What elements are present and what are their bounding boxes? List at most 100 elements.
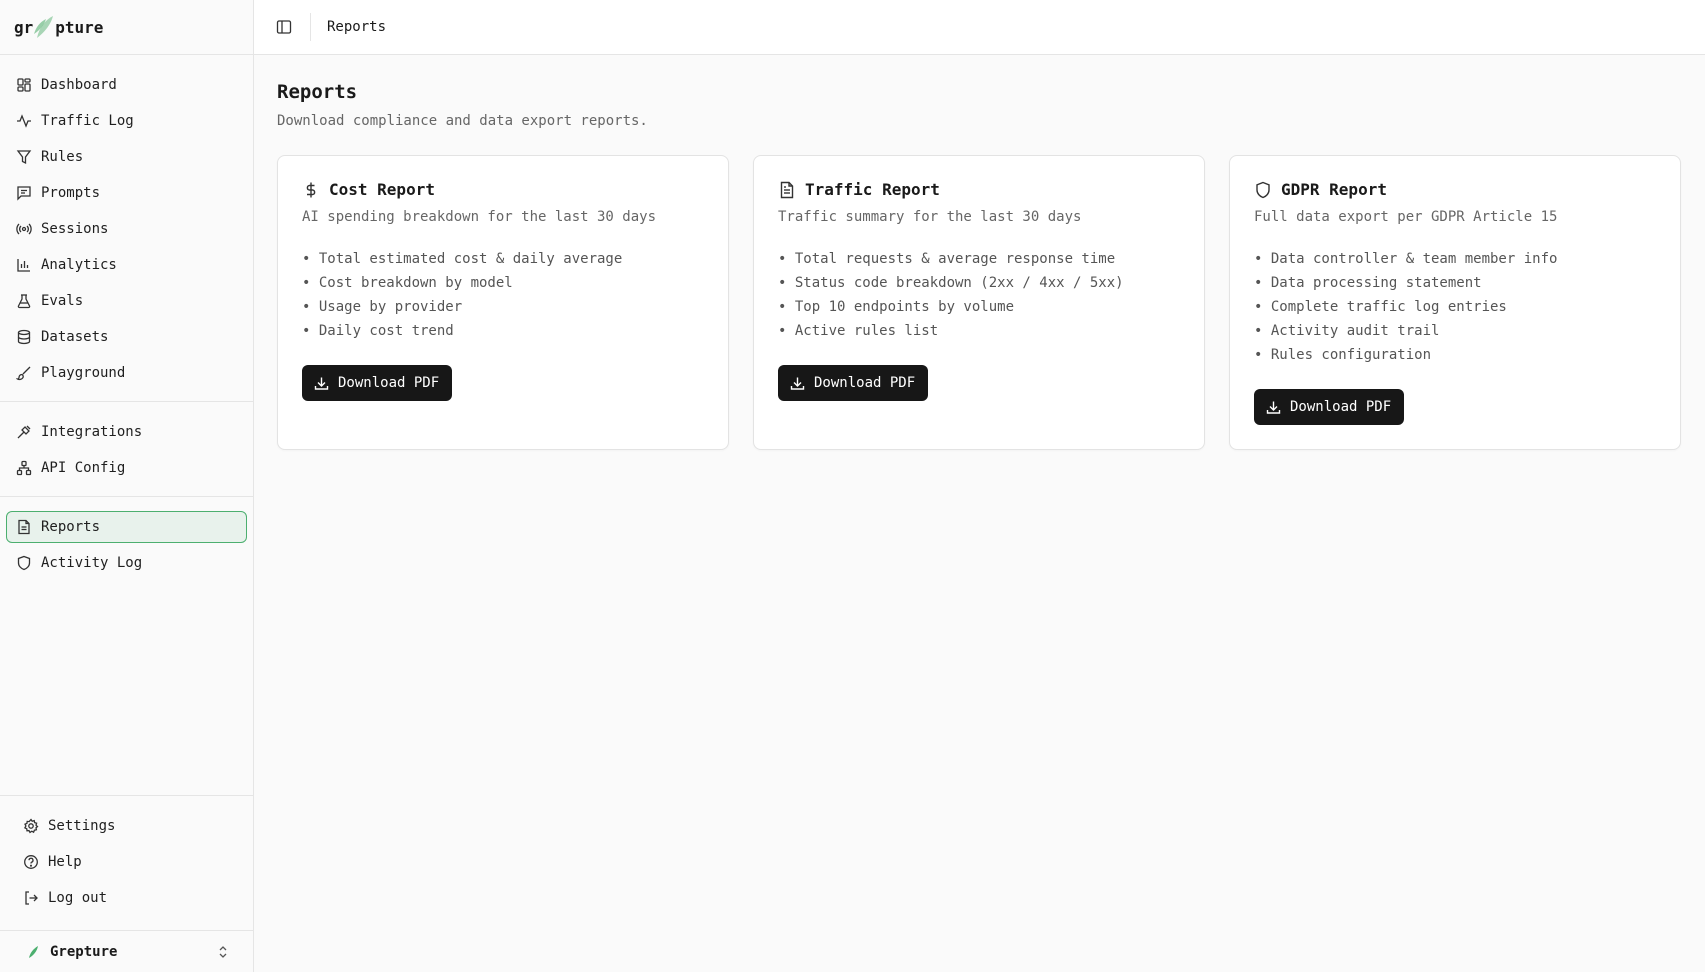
sidebar-item-datasets[interactable]: Datasets [6,321,247,353]
nav-group-bottom: Settings Help Log out [0,795,253,930]
sidebar-item-label: Evals [41,293,84,309]
card-header: GDPR Report [1254,180,1656,199]
sidebar-item-help[interactable]: Help [14,846,239,878]
sidebar-item-label: Settings [48,818,116,834]
card-gdpr-report: GDPR Report Full data export per GDPR Ar… [1229,155,1681,450]
nav-group-tertiary: Reports Activity Log [0,497,253,591]
card-description: Full data export per GDPR Article 15 [1254,209,1558,225]
bar-chart-icon [17,259,30,272]
card-header: Cost Report [302,180,704,199]
list-item: Active rules list [778,319,1180,343]
radio-icon [16,223,32,235]
org-name: Grepture [50,943,118,960]
card-title: Traffic Report [805,180,940,199]
card-title: GDPR Report [1281,180,1387,199]
sidebar-item-traffic-log[interactable]: Traffic Log [6,105,247,137]
nav-group-primary: Dashboard Traffic Log Rules Prompts Sess… [0,55,253,402]
list-item: Cost breakdown by model [302,271,704,295]
list-item: Activity audit trail [1254,319,1656,343]
flask-icon [17,294,31,309]
report-cards: Cost Report AI spending breakdown for th… [277,155,1682,450]
logo[interactable]: gr pture [0,0,253,55]
file-text-icon [780,181,794,198]
sidebar: gr pture Dashboard Traffic Log Rules Pro… [0,0,254,972]
list-item: Rules configuration [1254,343,1656,367]
sidebar-item-evals[interactable]: Evals [6,285,247,317]
sidebar-item-rules[interactable]: Rules [6,141,247,173]
nav-group-secondary: Integrations API Config [0,402,253,497]
download-traffic-report-button[interactable]: Download PDF [778,365,929,401]
card-feature-list: Total estimated cost & daily average Cos… [302,247,704,343]
org-leaf-icon [29,945,38,958]
topbar: Reports [254,0,1705,55]
sidebar-item-prompts[interactable]: Prompts [6,177,247,209]
help-circle-icon [24,855,38,869]
list-item: Daily cost trend [302,319,704,343]
card-cost-report: Cost Report AI spending breakdown for th… [277,155,729,450]
download-icon [790,377,805,390]
download-icon [314,377,329,390]
brush-icon [16,366,31,381]
list-item: Total requests & average response time [778,247,1180,271]
button-label: Download PDF [1290,399,1392,415]
database-icon [17,329,31,345]
message-icon [17,186,31,201]
sidebar-item-analytics[interactable]: Analytics [6,249,247,281]
download-icon [1266,401,1281,414]
sidebar-item-dashboard[interactable]: Dashboard [6,69,247,101]
sidebar-item-label: API Config [41,460,126,476]
button-label: Download PDF [814,375,916,391]
dashboard-icon [17,78,31,92]
list-item: Complete traffic log entries [1254,295,1656,319]
sidebar-item-logout[interactable]: Log out [14,882,239,914]
list-item: Data processing statement [1254,271,1656,295]
sidebar-item-label: Traffic Log [41,113,134,129]
sidebar-item-label: Analytics [41,257,117,273]
list-item: Usage by provider [302,295,704,319]
list-item: Status code breakdown (2xx / 4xx / 5xx) [778,271,1180,295]
sidebar-item-label: Prompts [41,185,101,201]
panel-left-icon [276,20,292,34]
sidebar-item-api-config[interactable]: API Config [6,452,247,484]
activity-icon [17,114,31,128]
card-feature-list: Data controller & team member info Data … [1254,247,1656,367]
content: Reports Download compliance and data exp… [254,55,1705,476]
sidebar-item-label: Dashboard [41,77,117,93]
sidebar-item-label: Playground [41,365,126,381]
topbar-divider [310,13,311,41]
card-description: Traffic summary for the last 30 days [778,209,1082,225]
sidebar-toggle-button[interactable] [272,15,296,39]
logout-icon [25,891,38,905]
sidebar-item-label: Reports [41,519,101,535]
org-switcher[interactable]: Grepture [0,930,253,972]
download-gdpr-report-button[interactable]: Download PDF [1254,389,1405,425]
sidebar-item-label: Activity Log [41,555,143,571]
sidebar-item-label: Rules [41,149,84,165]
gear-icon [24,818,39,834]
button-label: Download PDF [338,375,440,391]
sidebar-item-integrations[interactable]: Integrations [6,416,247,448]
main: Reports Reports Download compliance and … [254,0,1705,972]
sidebar-item-settings[interactable]: Settings [14,810,239,842]
sidebar-item-activity-log[interactable]: Activity Log [6,547,247,579]
shield-icon [17,555,31,571]
sidebar-item-reports[interactable]: Reports [6,511,247,543]
card-description: AI spending breakdown for the last 30 da… [302,209,657,225]
dollar-icon [306,182,316,197]
list-item: Total estimated cost & daily average [302,247,704,271]
sidebar-item-label: Integrations [41,424,143,440]
network-icon [16,460,32,476]
sidebar-item-sessions[interactable]: Sessions [6,213,247,245]
sidebar-item-label: Help [48,854,82,870]
sidebar-item-label: Log out [48,890,108,906]
download-cost-report-button[interactable]: Download PDF [302,365,453,401]
shield-icon [1256,181,1270,198]
list-item: Top 10 endpoints by volume [778,295,1180,319]
card-header: Traffic Report [778,180,1180,199]
file-text-icon [18,519,30,535]
logo-text-right: pture [55,17,104,37]
sidebar-item-label: Sessions [41,221,109,237]
sidebar-item-playground[interactable]: Playground [6,357,247,389]
card-traffic-report: Traffic Report Traffic summary for the l… [753,155,1205,450]
